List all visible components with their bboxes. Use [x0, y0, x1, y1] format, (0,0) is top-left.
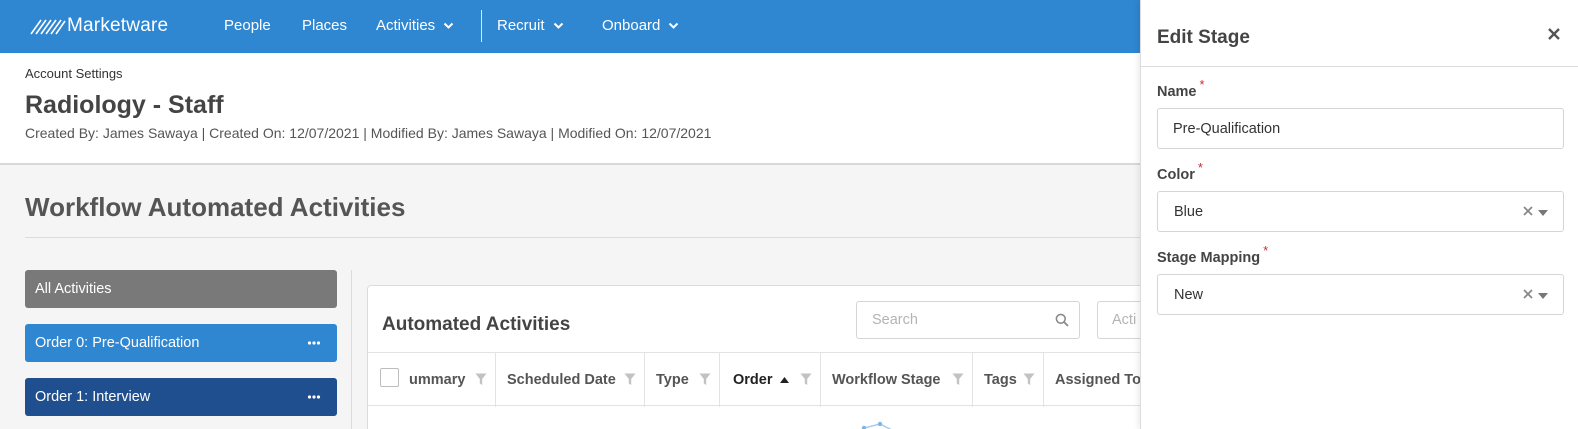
select-all-checkbox[interactable]	[380, 368, 399, 387]
clear-icon[interactable]	[1523, 206, 1533, 216]
filter-icon[interactable]	[475, 373, 487, 386]
column-summary[interactable]: ummary	[368, 353, 496, 407]
nav-activities-label: Activities	[376, 17, 436, 34]
nav-places[interactable]: Places	[302, 17, 347, 34]
brand-name: Marketware	[67, 15, 169, 36]
chevron-down-icon	[553, 22, 563, 29]
drawer-header: Edit Stage	[1141, 0, 1578, 67]
stage-all-activities[interactable]: All Activities	[25, 270, 337, 308]
nav-places-label: Places	[302, 17, 348, 34]
column-workflow-stage[interactable]: Workflow Stage	[821, 353, 973, 407]
column-label: Assigned To	[1055, 372, 1141, 388]
required-marker: *	[1197, 160, 1203, 175]
filter-icon[interactable]	[800, 373, 812, 386]
caret-down-icon[interactable]	[1538, 293, 1548, 299]
color-select-value: Blue	[1174, 203, 1204, 220]
edit-stage-drawer: Edit Stage Name* Color* Blue Stage Mappi…	[1140, 0, 1578, 429]
stage-mapping-value: New	[1174, 286, 1204, 303]
stage-label: All Activities	[35, 281, 112, 297]
nav-divider	[481, 10, 482, 42]
search-icon[interactable]	[1055, 313, 1069, 327]
close-icon[interactable]	[1547, 27, 1561, 41]
column-label: Scheduled Date	[507, 372, 616, 388]
nav-recruit-label: Recruit	[497, 17, 545, 34]
section-title: Workflow Automated Activities	[25, 192, 406, 222]
section-divider	[25, 237, 1140, 238]
name-field[interactable]	[1157, 108, 1564, 149]
column-label: Tags	[984, 372, 1017, 388]
search-input[interactable]	[858, 303, 1048, 337]
stage-mapping-select[interactable]: New	[1157, 274, 1564, 315]
audit-meta: Created By: James Sawaya | Created On: 1…	[25, 125, 712, 141]
nav-people-label: People	[224, 17, 271, 34]
loading-spinner-icon	[861, 421, 892, 429]
stage-label: Order 0: Pre-Qualification	[35, 335, 200, 351]
clear-icon[interactable]	[1523, 289, 1533, 299]
column-scheduled-date[interactable]: Scheduled Date	[496, 353, 645, 407]
column-label: Order	[733, 372, 773, 388]
filter-icon[interactable]	[699, 373, 711, 386]
filter-icon[interactable]	[1023, 373, 1035, 386]
search-box	[856, 301, 1080, 339]
color-select[interactable]: Blue	[1157, 191, 1564, 232]
name-label: Name *	[1157, 77, 1205, 100]
automated-activities-panel: Automated Activities Acti ummary Schedul…	[367, 285, 1157, 429]
nav-onboard-label: Onboard	[602, 17, 661, 34]
table-header: ummary Scheduled Date Type Order Workflo…	[368, 352, 1156, 407]
column-label: ummary	[409, 372, 466, 388]
column-tags[interactable]: Tags	[973, 353, 1044, 407]
nav-people[interactable]: People	[224, 17, 271, 34]
name-label-text: Name	[1157, 84, 1197, 100]
stage-mapping-label: Stage Mapping *	[1157, 243, 1268, 266]
required-marker: *	[1263, 243, 1269, 258]
column-divider	[351, 270, 352, 429]
column-label: Type	[656, 372, 689, 388]
stage-label: Order 1: Interview	[35, 389, 151, 405]
drawer-title: Edit Stage	[1157, 27, 1250, 48]
nav-recruit[interactable]: Recruit	[497, 17, 564, 34]
chevron-down-icon	[669, 22, 679, 29]
stage-mapping-label-text: Stage Mapping	[1157, 250, 1261, 266]
stage-order-1[interactable]: Order 1: Interview	[25, 378, 337, 416]
more-options-icon[interactable]	[307, 390, 321, 404]
nav-activities[interactable]: Activities	[376, 17, 454, 34]
column-order[interactable]: Order	[720, 353, 821, 407]
page-header: Account Settings Radiology - Staff Creat…	[0, 53, 1145, 165]
more-options-icon[interactable]	[307, 336, 321, 350]
required-marker: *	[1199, 77, 1205, 92]
filter-icon[interactable]	[952, 373, 964, 386]
stage-order-0[interactable]: Order 0: Pre-Qualification	[25, 324, 337, 362]
chevron-down-icon	[443, 22, 454, 29]
brand-logo[interactable]: Marketware	[30, 14, 168, 38]
page-title: Radiology - Staff	[25, 91, 224, 119]
caret-down-icon[interactable]	[1538, 210, 1548, 216]
column-label: Workflow Stage	[832, 372, 941, 388]
brand-stripes-icon	[30, 19, 66, 35]
column-type[interactable]: Type	[645, 353, 720, 407]
panel-title: Automated Activities	[382, 314, 571, 335]
color-label: Color *	[1157, 160, 1203, 183]
sort-ascending-icon	[779, 377, 789, 383]
breadcrumb[interactable]: Account Settings	[25, 66, 123, 81]
color-label-text: Color	[1157, 167, 1195, 183]
filter-icon[interactable]	[624, 373, 636, 386]
nav-onboard[interactable]: Onboard	[602, 17, 679, 34]
